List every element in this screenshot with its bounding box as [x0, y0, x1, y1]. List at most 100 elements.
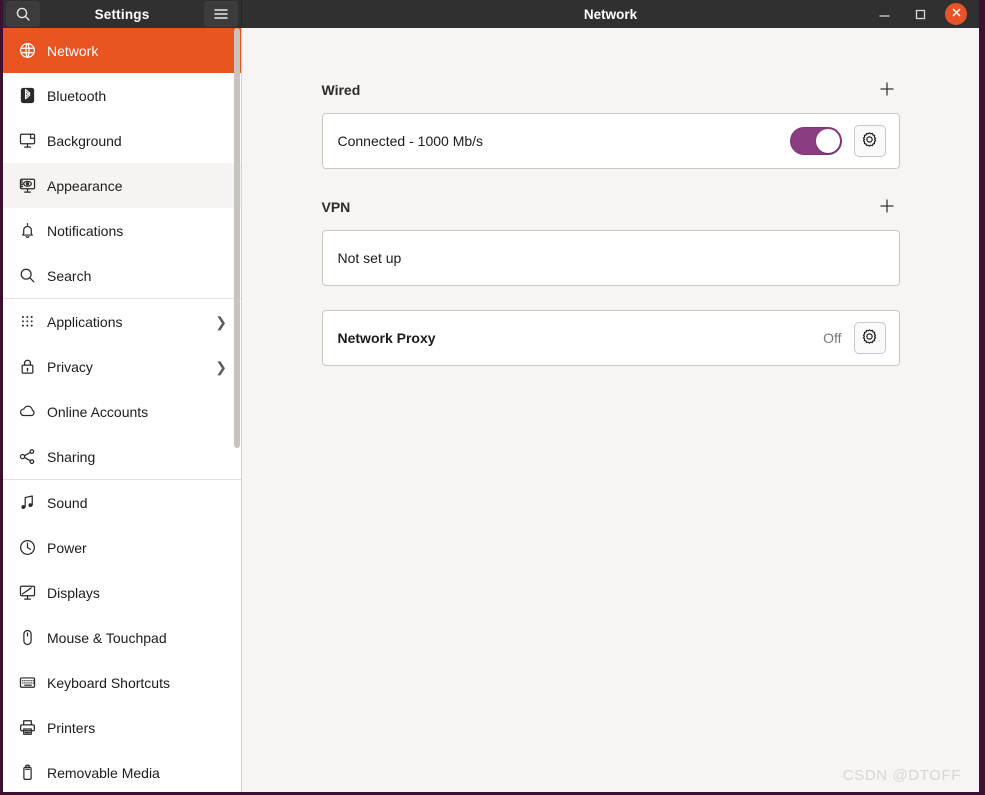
keyboard-icon [16, 672, 38, 694]
wired-section-header: Wired [322, 78, 900, 102]
sidebar-item-label: Search [47, 267, 92, 284]
close-button[interactable] [945, 3, 967, 25]
vpn-title: VPN [321, 199, 351, 215]
hamburger-menu-icon [213, 7, 229, 21]
sidebar-list: Network Bluetooth Background Appearance Noti… [3, 28, 241, 792]
vpn-section-header: VPN [322, 195, 900, 219]
sidebar-item-online-accounts[interactable]: Online Accounts [3, 389, 241, 434]
network-proxy-row[interactable]: Network Proxy Off [323, 311, 899, 365]
chevron-right-icon: ❯ [215, 313, 227, 330]
sidebar-item-label: Appearance [47, 177, 123, 194]
sidebar-item-sound[interactable]: Sound [3, 480, 241, 525]
wired-status-label: Connected - 1000 Mb/s [337, 133, 484, 149]
sidebar-item-label: Online Accounts [47, 403, 149, 420]
wired-toggle-knob [815, 129, 840, 153]
sidebar-item-mouse-touchpad[interactable]: Mouse & Touchpad [3, 615, 241, 660]
chevron-right-icon: ❯ [215, 358, 227, 375]
network-panel: Wired Connected - 1000 Mb/s VPN Not set … [321, 78, 900, 366]
wired-row-controls [789, 125, 886, 157]
vpn-card: Not set up [321, 230, 900, 286]
bluetooth-icon [16, 85, 38, 107]
background-icon [16, 130, 38, 152]
sidebar-item-bluetooth[interactable]: Bluetooth [3, 73, 241, 118]
sidebar-item-label: Background [47, 132, 122, 149]
sidebar-item-notifications[interactable]: Notifications [3, 208, 241, 253]
globe-icon [16, 40, 38, 62]
gear-icon [861, 131, 878, 151]
cloud-icon [16, 401, 38, 423]
sidebar-scrollbar[interactable] [234, 28, 240, 792]
add-vpn-button[interactable] [874, 194, 900, 220]
sidebar-item-network[interactable]: Network [3, 28, 241, 73]
sidebar-item-displays[interactable]: Displays [3, 570, 241, 615]
sidebar-item-label: Notifications [47, 222, 124, 239]
network-proxy-value: Off [823, 330, 842, 346]
sidebar-title: Settings [94, 6, 150, 22]
bell-icon [16, 220, 38, 242]
sidebar-item-sharing[interactable]: Sharing [3, 434, 241, 479]
appearance-icon [16, 175, 38, 197]
network-proxy-controls: Off [823, 322, 886, 354]
sidebar-item-background[interactable]: Background [3, 118, 241, 163]
sidebar-item-label: Privacy [47, 358, 93, 375]
search-button[interactable] [6, 1, 40, 27]
printer-icon [16, 717, 38, 739]
sidebar-item-label: Bluetooth [47, 87, 107, 104]
plus-icon [878, 197, 896, 218]
sidebar-item-applications[interactable]: Applications ❯ [3, 299, 241, 344]
sidebar-item-label: Mouse & Touchpad [47, 629, 167, 646]
apps-grid-icon [16, 311, 38, 333]
lock-icon [16, 356, 38, 378]
network-proxy-settings-button[interactable] [853, 322, 886, 354]
vpn-status-label: Not set up [337, 250, 402, 266]
sidebar-item-label: Printers [47, 719, 96, 736]
music-note-icon [16, 492, 38, 514]
wired-settings-button[interactable] [853, 125, 886, 157]
wired-connection-row[interactable]: Connected - 1000 Mb/s [323, 114, 899, 168]
watermark: CSDN @DTOFF [842, 767, 961, 784]
sidebar-scrollbar-thumb[interactable] [234, 28, 240, 448]
wired-title: Wired [321, 82, 361, 98]
mouse-icon [16, 627, 38, 649]
gear-icon [861, 328, 878, 348]
sidebar-item-search[interactable]: Search [3, 253, 241, 298]
sidebar-item-power[interactable]: Power [3, 525, 241, 570]
sidebar-item-printers[interactable]: Printers [3, 705, 241, 750]
menu-button[interactable] [204, 1, 238, 27]
search-icon [16, 265, 38, 287]
sidebar: Network Bluetooth Background Appearance Noti… [3, 28, 242, 792]
sidebar-item-label: Displays [47, 584, 100, 601]
vpn-status-row: Not set up [323, 231, 899, 285]
display-icon [16, 582, 38, 604]
sidebar-item-privacy[interactable]: Privacy ❯ [3, 344, 241, 389]
sidebar-item-label: Applications [47, 313, 123, 330]
sidebar-item-keyboard-shortcuts[interactable]: Keyboard Shortcuts [3, 660, 241, 705]
title-bar: Settings Network [3, 0, 979, 28]
window-controls [873, 3, 979, 25]
minimize-button[interactable] [873, 3, 895, 25]
page-title: Network [583, 6, 638, 22]
title-bar-sidebar-section: Settings [3, 0, 242, 28]
sidebar-item-label: Removable Media [47, 764, 160, 781]
title-bar-main-section: Network [242, 0, 979, 28]
maximize-button[interactable] [909, 3, 931, 25]
sidebar-item-label: Sound [47, 494, 88, 511]
power-icon [16, 537, 38, 559]
search-icon [15, 6, 31, 22]
add-wired-button[interactable] [874, 77, 900, 103]
network-proxy-card: Network Proxy Off [321, 310, 900, 366]
settings-window: Settings Network Network Bluetooth Backg… [0, 0, 985, 795]
wired-card: Connected - 1000 Mb/s [321, 113, 900, 169]
sidebar-item-label: Keyboard Shortcuts [47, 674, 170, 691]
wired-toggle[interactable] [789, 127, 842, 155]
main-content: Wired Connected - 1000 Mb/s VPN Not set … [242, 28, 979, 792]
sidebar-item-label: Sharing [47, 448, 96, 465]
sidebar-item-removable-media[interactable]: Removable Media [3, 750, 241, 792]
window-body: Network Bluetooth Background Appearance Noti… [3, 28, 979, 792]
sidebar-item-appearance[interactable]: Appearance [3, 163, 241, 208]
sidebar-item-label: Network [47, 42, 99, 59]
share-icon [16, 446, 38, 468]
sidebar-item-label: Power [47, 539, 87, 556]
removable-media-icon [16, 762, 38, 784]
network-proxy-label: Network Proxy [337, 330, 436, 346]
